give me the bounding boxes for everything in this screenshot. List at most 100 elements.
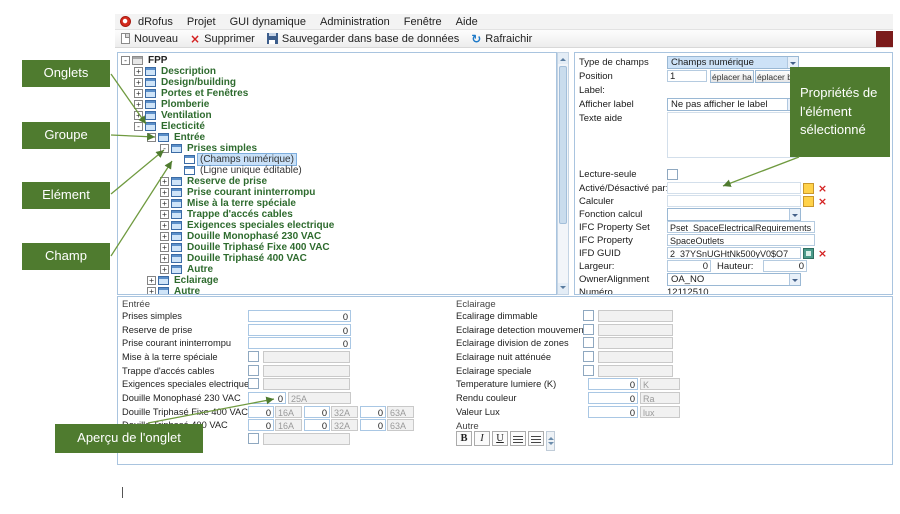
expander-icon[interactable]: - (121, 56, 130, 65)
amp-count-field[interactable]: 0 (360, 406, 386, 418)
calculer-input[interactable] (667, 195, 801, 207)
expander-icon[interactable]: + (134, 89, 143, 98)
valeur-lux-field[interactable]: 0 (588, 406, 638, 418)
menu-projet[interactable]: Projet (180, 16, 223, 28)
prise-courant-field[interactable]: 0 (248, 337, 351, 349)
menu-fenetre[interactable]: Fenêtre (397, 16, 449, 28)
tree-item-fpp[interactable]: - FPP (118, 55, 556, 66)
amp-count-field[interactable]: 0 (248, 419, 274, 431)
eclairage-checkbox[interactable] (583, 324, 594, 335)
menu-drofus[interactable]: dRofus (131, 16, 180, 28)
ifd-browse-icon[interactable] (803, 248, 814, 259)
clear-icon[interactable]: × (817, 183, 828, 194)
scroll-up-icon[interactable] (558, 53, 568, 64)
tree-item-autre-electicite[interactable]: + Autre (118, 286, 556, 295)
expander-icon[interactable]: + (160, 221, 169, 230)
tree-item-plomberie[interactable]: + Plomberie (118, 99, 556, 110)
expander-icon[interactable]: + (160, 177, 169, 186)
tree-scrollbar[interactable] (557, 52, 569, 295)
hauteur-input[interactable]: 0 (763, 260, 807, 272)
tree-item-prises-simples[interactable]: - Prises simples (118, 143, 556, 154)
scroll-down-icon[interactable] (558, 283, 568, 294)
ifc-property-set-input[interactable]: Pset_SpaceElectricalRequirements (667, 221, 815, 233)
numbered-list-button[interactable] (528, 431, 544, 446)
douille-monophase-field[interactable]: 0 (248, 392, 286, 404)
mise-a-la-terre-checkbox[interactable] (248, 351, 259, 362)
scrollbar-thumb[interactable] (559, 66, 567, 224)
position-input[interactable]: 1 (667, 70, 707, 82)
expander-icon[interactable]: - (134, 122, 143, 131)
tree-item-champs-numerique[interactable]: (Champs numérique) (118, 154, 556, 165)
expander-icon[interactable]: + (134, 67, 143, 76)
tree-item-autre-entree[interactable]: + Autre (118, 264, 556, 275)
amp-count-field[interactable]: 0 (304, 419, 330, 431)
reserve-de-prise-field[interactable]: 0 (248, 324, 351, 336)
tree-item-ligne-unique-editable[interactable]: (Ligne unique éditable) (118, 165, 556, 176)
tree-item-exigences-speciales-electrique[interactable]: + Exigences speciales electrique (118, 220, 556, 231)
bullet-list-button[interactable] (510, 431, 526, 446)
tree-item-douille-triphase-400-vac[interactable]: + Douille Triphasé 400 VAC (118, 253, 556, 264)
expander-icon[interactable]: - (160, 144, 169, 153)
italic-button[interactable]: I (474, 431, 490, 446)
menu-administration[interactable]: Administration (313, 16, 397, 28)
refresh-button[interactable]: ↻ Rafraichir (465, 31, 538, 47)
bold-button[interactable]: B (456, 431, 472, 446)
expander-icon[interactable]: + (160, 210, 169, 219)
trappe-dacces-checkbox[interactable] (248, 365, 259, 376)
afficher-label-select[interactable]: Ne pas afficher le label (667, 98, 799, 111)
eclairage-checkbox[interactable] (583, 351, 594, 362)
save-to-database-button[interactable]: Sauvegarder dans base de données (261, 31, 465, 47)
expander-icon[interactable]: + (160, 188, 169, 197)
amp-count-field[interactable]: 0 (248, 406, 274, 418)
active-desactive-input[interactable] (667, 182, 801, 194)
menu-gui-dynamique[interactable]: GUI dynamique (223, 16, 313, 28)
texte-aide-input[interactable] (667, 112, 799, 158)
new-button[interactable]: Nouveau (115, 31, 184, 47)
eclairage-checkbox[interactable] (583, 310, 594, 321)
type-de-champs-select[interactable]: Champs numérique (667, 56, 799, 69)
expander-icon[interactable]: + (160, 243, 169, 252)
tree-item-electicite[interactable]: - Electicité (118, 121, 556, 132)
tree-item-entree[interactable]: - Entrée (118, 132, 556, 143)
temperature-lumiere-field[interactable]: 0 (588, 378, 638, 390)
eclairage-checkbox[interactable] (583, 365, 594, 376)
tree-item-reserve-de-prise[interactable]: + Reserve de prise (118, 176, 556, 187)
expander-icon[interactable]: - (147, 133, 156, 142)
tree-item-douille-triphase-fixe-400-vac[interactable]: + Douille Triphasé Fixe 400 VAC (118, 242, 556, 253)
browse-icon[interactable] (803, 183, 814, 194)
largeur-input[interactable]: 0 (667, 260, 711, 272)
ifd-guid-input[interactable]: 2_37YSnUGHtNk500yV0$O7 (667, 247, 801, 259)
expander-icon[interactable]: + (147, 287, 156, 295)
tree-item-design-building[interactable]: + Design/building (118, 77, 556, 88)
tree-item-description[interactable]: + Description (118, 66, 556, 77)
expander-icon[interactable]: + (134, 111, 143, 120)
expander-icon[interactable]: + (134, 78, 143, 87)
menu-aide[interactable]: Aide (449, 16, 485, 28)
expander-icon[interactable]: + (147, 276, 156, 285)
delete-button[interactable]: × Supprimer (184, 31, 261, 47)
owner-alignment-select[interactable]: OA_NO (667, 273, 801, 286)
prises-simples-field[interactable]: 0 (248, 310, 351, 322)
ifc-property-input[interactable]: SpaceOutlets (667, 234, 815, 246)
underline-button[interactable]: U (492, 431, 508, 446)
expander-icon[interactable]: + (160, 199, 169, 208)
amp-count-field[interactable]: 0 (304, 406, 330, 418)
editor-scrollbar[interactable] (546, 431, 555, 451)
move-up-button[interactable]: éplacer ha (710, 70, 754, 83)
tree-item-ventilation[interactable]: + Ventilation (118, 110, 556, 121)
exigences-checkbox[interactable] (248, 378, 259, 389)
clear-icon[interactable]: × (817, 248, 828, 259)
tree-item-prise-courant-ininterrompu[interactable]: + Prise courant ininterrompu (118, 187, 556, 198)
expander-icon[interactable]: + (160, 254, 169, 263)
browse-icon[interactable] (803, 196, 814, 207)
expander-icon[interactable]: + (160, 265, 169, 274)
lecture-seule-checkbox[interactable] (667, 169, 678, 180)
eclairage-checkbox[interactable] (583, 337, 594, 348)
tree-item-eclairage[interactable]: + Eclairage (118, 275, 556, 286)
autre-checkbox[interactable] (248, 433, 259, 444)
amp-count-field[interactable]: 0 (360, 419, 386, 431)
tree-item-douille-monophase-230-vac[interactable]: + Douille Monophasé 230 VAC (118, 231, 556, 242)
tree-item-trappe-dacces-cables[interactable]: + Trappe d'accés cables (118, 209, 556, 220)
tree-item-mise-a-la-terre-speciale[interactable]: + Mise à la terre spéciale (118, 198, 556, 209)
fonction-calcul-select[interactable] (667, 208, 801, 221)
